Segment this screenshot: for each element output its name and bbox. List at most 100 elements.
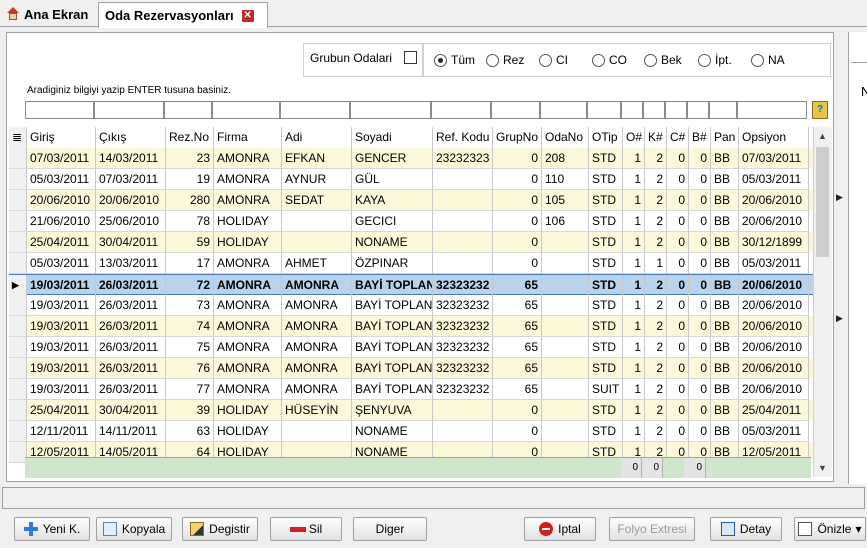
column-header[interactable]: Firma — [214, 127, 282, 148]
filter-input-15[interactable] — [737, 101, 807, 119]
column-chooser-icon[interactable]: ≣ — [9, 127, 27, 148]
button-kopyala[interactable]: Kopyala — [96, 517, 172, 541]
table-row[interactable]: 25/04/2011 30/04/2011 39 HOLIDAY HÜSEYİN ŞENY… — [9, 400, 813, 421]
table-row[interactable]: 19/03/2011 26/03/2011 75 AMONRA AMONRA BAYİ T… — [9, 337, 813, 358]
filter-input-0[interactable] — [25, 101, 94, 119]
radio-circle-icon[interactable] — [698, 53, 711, 67]
table-row[interactable]: 05/03/2011 13/03/2011 17 AMONRA AHMET ÖZPINAR… — [9, 253, 813, 274]
table-row[interactable]: 25/04/2011 30/04/2011 59 HOLIDAY NONAME 0 STD 1… — [9, 232, 813, 253]
row-indicator — [9, 211, 27, 232]
table-cell: AMONRA — [214, 358, 282, 379]
filter-input-11[interactable] — [643, 101, 665, 119]
column-header[interactable]: B# — [689, 127, 711, 148]
filter-input-6[interactable] — [431, 101, 491, 119]
expand-right-icon[interactable]: ▶ — [836, 313, 846, 324]
tab-oda-rezervasyonlari[interactable]: Oda Rezervasyonları ✕ — [98, 2, 268, 28]
button-iptal[interactable]: Iptal — [524, 517, 596, 541]
table-row[interactable]: 21/06/2010 25/06/2010 78 HOLIDAY GECICI 0 106 S… — [9, 211, 813, 232]
chevron-down-icon[interactable]: ▾ — [855, 522, 861, 536]
table-row[interactable]: 19/03/2011 26/03/2011 74 AMONRA AMONRA BAYİ T… — [9, 316, 813, 337]
button-önizle[interactable]: Önizle ▾ — [794, 517, 866, 541]
status-radio-3[interactable]: CO — [592, 53, 627, 67]
filter-input-2[interactable] — [164, 101, 212, 119]
column-header[interactable]: OTip — [589, 127, 623, 148]
scroll-down-icon[interactable]: ▼ — [818, 463, 827, 473]
filter-input-3[interactable] — [212, 101, 280, 119]
button-detay[interactable]: Detay — [710, 517, 782, 541]
status-radio-2[interactable]: CI — [539, 53, 568, 67]
filter-input-7[interactable] — [491, 101, 540, 119]
status-radio-0[interactable]: Tüm — [434, 53, 475, 67]
tab-ana-ekran[interactable]: Ana Ekran — [2, 2, 98, 26]
radio-circle-icon[interactable] — [434, 53, 447, 67]
table-row[interactable]: 19/03/2011 26/03/2011 73 AMONRA AMONRA BAYİ T… — [9, 295, 813, 316]
table-cell: 280 — [166, 190, 214, 211]
table-row[interactable]: 12/11/2011 14/11/2011 63 HOLIDAY NONAME 0 STD 1… — [9, 421, 813, 442]
table-cell: 1 — [623, 253, 645, 274]
column-header[interactable]: Adi — [282, 127, 352, 148]
vertical-scrollbar[interactable]: ▲ ▼ — [813, 127, 832, 477]
filter-input-13[interactable] — [687, 101, 709, 119]
table-cell — [433, 232, 493, 253]
expand-right-icon[interactable]: ▶ — [836, 192, 846, 203]
table-cell: HOLIDAY — [214, 232, 282, 253]
close-icon[interactable]: ✕ — [241, 9, 254, 22]
button-degistir[interactable]: Degistir — [182, 517, 258, 541]
button-sil[interactable]: Sil — [270, 517, 342, 541]
group-rooms-checkbox[interactable] — [404, 51, 417, 64]
column-header[interactable]: Pan — [711, 127, 739, 148]
filter-input-8[interactable] — [540, 101, 587, 119]
column-header[interactable]: Rez.No — [166, 127, 214, 148]
preview-icon — [798, 522, 813, 536]
column-header[interactable]: O# — [623, 127, 645, 148]
filter-input-5[interactable] — [350, 101, 431, 119]
status-radio-1[interactable]: Rez — [486, 53, 524, 67]
button-folyo-extresi[interactable]: Folyo Extresi — [609, 517, 695, 541]
table-cell: 75 — [166, 337, 214, 358]
table-cell: 19/03/2011 — [27, 337, 96, 358]
table-cell: BB — [711, 316, 739, 337]
table-row[interactable]: 20/06/2010 20/06/2010 280 AMONRA SEDAT KAYA 0 1… — [9, 190, 813, 211]
radio-circle-icon[interactable] — [751, 53, 764, 67]
footer-total-c: 0 — [642, 458, 663, 478]
column-header[interactable]: Opsiyon — [739, 127, 809, 148]
radio-circle-icon[interactable] — [644, 53, 657, 67]
scroll-up-icon[interactable]: ▲ — [818, 131, 827, 141]
status-radio-5[interactable]: İpt. — [698, 53, 732, 67]
radio-circle-icon[interactable] — [539, 53, 552, 67]
row-indicator — [9, 190, 27, 211]
column-header[interactable]: Ref. Kodu — [433, 127, 493, 148]
filter-input-4[interactable] — [280, 101, 350, 119]
table-row[interactable]: 19/03/2011 26/03/2011 77 AMONRA AMONRA BAYİ T… — [9, 379, 813, 400]
button-yeni-k[interactable]: Yeni K. — [14, 517, 90, 541]
table-cell: 0 — [689, 400, 711, 421]
table-cell: NONAME — [352, 421, 433, 442]
column-header[interactable]: C# — [667, 127, 689, 148]
status-radio-6[interactable]: NA — [751, 53, 785, 67]
table-cell: 19/03/2011 — [27, 379, 96, 400]
column-header[interactable]: Giriş — [27, 127, 96, 148]
filter-input-1[interactable] — [94, 101, 164, 119]
table-row[interactable]: 19/03/2011 26/03/2011 76 AMONRA AMONRA BAYİ T… — [9, 358, 813, 379]
column-header[interactable]: K# — [645, 127, 667, 148]
table-cell: 07/03/2011 — [27, 148, 96, 169]
column-header[interactable]: Çıkış — [96, 127, 166, 148]
table-cell: 0 — [667, 337, 689, 358]
status-radio-4[interactable]: Bek — [644, 53, 682, 67]
column-header[interactable]: Soyadi — [352, 127, 433, 148]
filter-input-9[interactable] — [587, 101, 621, 119]
button-diger[interactable]: Diger — [353, 517, 427, 541]
filter-input-14[interactable] — [709, 101, 737, 119]
filter-input-10[interactable] — [621, 101, 643, 119]
scroll-thumb[interactable] — [816, 147, 829, 257]
radio-circle-icon[interactable] — [486, 53, 499, 67]
table-cell: 05/03/2011 — [739, 421, 809, 442]
table-row[interactable]: 07/03/2011 14/03/2011 23 AMONRA EFKAN GENCER 2… — [9, 148, 813, 169]
column-header[interactable]: GrupNo — [493, 127, 542, 148]
table-row[interactable]: ▶ 19/03/2011 26/03/2011 72 AMONRA AMONRA BAYİ … — [9, 274, 813, 296]
column-header[interactable]: OdaNo — [542, 127, 589, 148]
table-row[interactable]: 05/03/2011 07/03/2011 19 AMONRA AYNUR GÜL 0 110… — [9, 169, 813, 190]
filter-icon[interactable]: ? — [812, 101, 828, 119]
filter-input-12[interactable] — [665, 101, 687, 119]
radio-circle-icon[interactable] — [592, 53, 605, 67]
